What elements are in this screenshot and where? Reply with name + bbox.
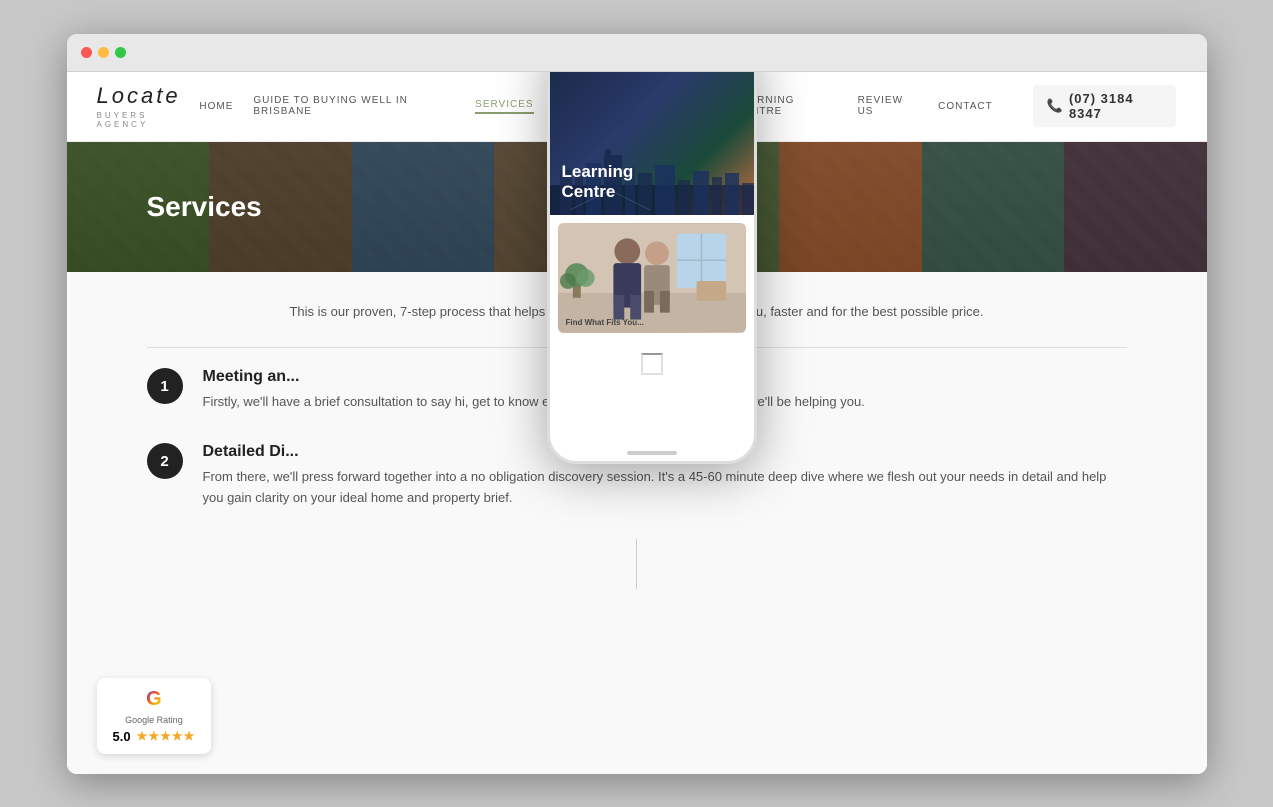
browser-window: Locate BUYERS AGENCY HOME GUIDE TO BUYIN… bbox=[67, 34, 1207, 774]
step-content-1: Meeting an... Firstly, we'll have a brie… bbox=[203, 368, 865, 413]
logo-area: Locate BUYERS AGENCY bbox=[97, 83, 200, 129]
google-rating: G Google Rating 5.0 ★★★★★ bbox=[97, 678, 212, 754]
phone-learning-centre-card[interactable]: LearningCentre bbox=[550, 72, 754, 215]
nav-contact[interactable]: CONTACT bbox=[938, 101, 993, 112]
logo-subtext: BUYERS AGENCY bbox=[97, 111, 200, 129]
google-label: Google Rating bbox=[125, 715, 183, 725]
step-number-1: 1 bbox=[147, 368, 183, 404]
phone-device: Locate BUYERS AGENCY ≡ bbox=[547, 72, 757, 464]
room-scene-svg bbox=[558, 223, 746, 333]
hero-title: Services bbox=[147, 191, 262, 223]
phone-card2-label: Find What Fits You... bbox=[566, 318, 644, 327]
phone-card-title: LearningCentre bbox=[562, 162, 634, 203]
nav-home[interactable]: HOME bbox=[199, 101, 233, 112]
website-content: Locate BUYERS AGENCY HOME GUIDE TO BUYIN… bbox=[67, 72, 1207, 774]
rating-stars: ★★★★★ bbox=[137, 729, 196, 743]
phone-mockup-overlay: Locate BUYERS AGENCY ≡ bbox=[547, 72, 757, 774]
nav-review[interactable]: REVIEW US bbox=[858, 95, 919, 117]
browser-dot-yellow[interactable] bbox=[98, 47, 109, 58]
browser-dot-green[interactable] bbox=[115, 47, 126, 58]
step-number-2: 2 bbox=[147, 443, 183, 479]
nav-services[interactable]: SERVICES bbox=[475, 99, 533, 114]
phone-icon: 📞 bbox=[1047, 98, 1064, 114]
rating-score: 5.0 bbox=[113, 729, 131, 744]
step-desc-1: Firstly, we'll have a brief consultation… bbox=[203, 392, 865, 413]
step-title-1: Meeting an... bbox=[203, 368, 865, 386]
browser-dot-red[interactable] bbox=[81, 47, 92, 58]
phone-home-indicator[interactable] bbox=[627, 451, 677, 455]
nav-phone[interactable]: 📞 (07) 3184 8347 bbox=[1033, 85, 1177, 127]
loading-spinner bbox=[641, 353, 663, 375]
phone-loading-area bbox=[550, 341, 754, 387]
browser-bar bbox=[67, 34, 1207, 72]
nav-guide[interactable]: GUIDE TO BUYING WELL IN BRISBANE bbox=[253, 95, 455, 117]
phone-second-card[interactable]: Find What Fits You... bbox=[558, 223, 746, 333]
phone-card2-background bbox=[558, 223, 746, 333]
rating-row: 5.0 ★★★★★ bbox=[113, 729, 196, 744]
phone-number: (07) 3184 8347 bbox=[1069, 91, 1163, 121]
logo-text[interactable]: Locate bbox=[97, 83, 200, 109]
google-g-icon: G bbox=[146, 688, 162, 711]
